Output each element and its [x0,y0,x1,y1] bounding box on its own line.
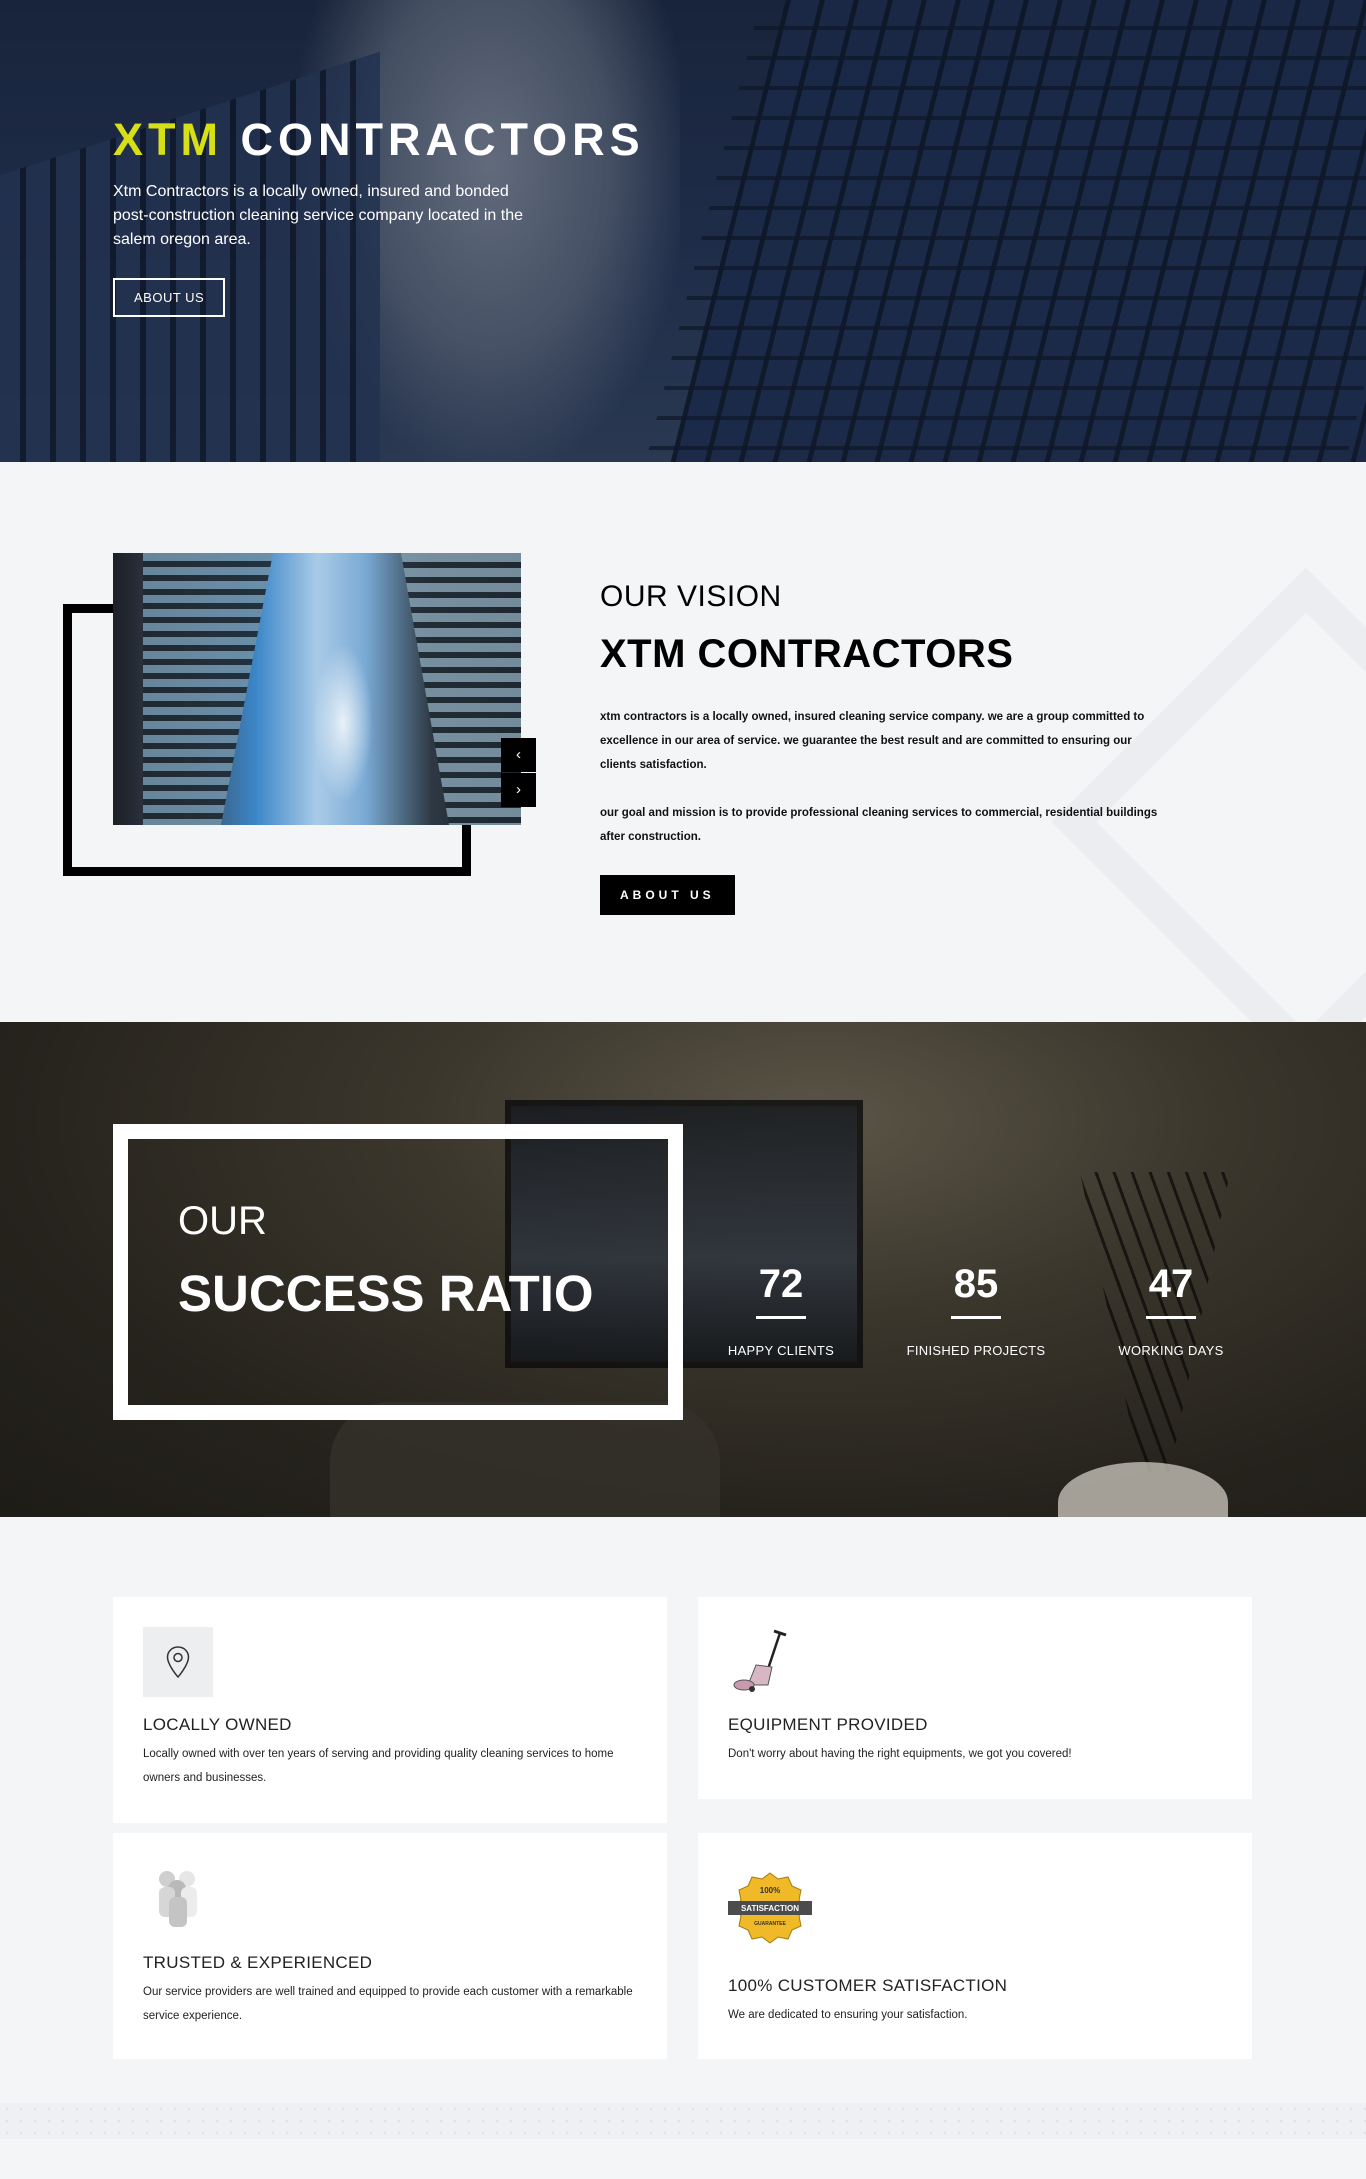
feature-description: Don't worry about having the right equip… [728,1748,1072,1760]
feature-card-trusted: TRUSTED & EXPERIENCED Our service provid… [113,1833,667,2059]
stat-happy-clients: 72 HAPPY CLIENTS [681,1262,881,1358]
stat-label: WORKING DAYS [1118,1343,1224,1358]
feature-title: 100% CUSTOMER SATISFACTION [728,1976,1008,1995]
feature-description: We are dedicated to ensuring your satisf… [728,2009,968,2021]
vision-title: XTM CONTRACTORS [600,632,1014,676]
vision-slider-image [113,553,521,825]
vision-paragraph-2: our goal and mission is to provide profe… [600,807,1158,843]
hero-content: XTM CONTRACTORS Xtm Contractors is a loc… [113,112,645,317]
stat-value: 47 [1148,1262,1194,1306]
slide-building-left [143,553,273,825]
stat-working-days: 47 WORKING DAYS [1071,1262,1271,1358]
hero-section: XTM CONTRACTORS Xtm Contractors is a loc… [0,0,1366,462]
stat-underline [1146,1316,1196,1319]
vision-subtitle: OUR VISION [600,580,782,613]
success-title: SUCCESS RATIO [178,1265,594,1322]
vision-text-block: OUR VISION XTM CONTRACTORS xtm contracto… [600,580,1170,915]
success-heading: OUR SUCCESS RATIO [178,1199,594,1323]
vision-paragraph-1: xtm contractors is a locally owned, insu… [600,711,1145,771]
hero-title: XTM CONTRACTORS [113,112,645,168]
team-figures-icon [143,1863,213,1933]
vacuum-icon [728,1625,798,1695]
stat-label: HAPPY CLIENTS [727,1343,835,1358]
hero-description: Xtm Contractors is a locally owned, insu… [113,183,523,248]
feature-description: Locally owned with over ten years of ser… [143,1748,614,1784]
stat-value: 85 [953,1262,999,1306]
slider-prev-button[interactable]: ‹ [501,738,536,772]
stat-value: 72 [758,1262,804,1306]
feature-title: LOCALLY OWNED [143,1715,292,1734]
slider-next-button[interactable]: › [501,773,536,807]
vision-section: ‹ › OUR VISION XTM CONTRACTORS xtm contr… [0,462,1366,1022]
stat-underline [756,1316,806,1319]
hero-title-accent: XTM [113,114,223,165]
satisfaction-badge-icon: 100% SATISFACTION GUARANTEE [728,1871,812,1945]
badge-text-top: 100% [760,1886,780,1895]
features-section: LOCALLY OWNED Locally owned with over te… [0,1517,1366,2139]
success-subtitle: OUR [178,1199,267,1243]
stat-finished-projects: 85 FINISHED PROJECTS [876,1262,1076,1358]
background-vase [1058,1462,1228,1517]
footer-pattern-strip [0,2103,1366,2139]
stat-label: FINISHED PROJECTS [906,1343,1046,1358]
hero-title-rest: CONTRACTORS [240,114,645,165]
feature-card-locally-owned: LOCALLY OWNED Locally owned with over te… [113,1597,667,1823]
feature-title: EQUIPMENT PROVIDED [728,1715,928,1734]
success-section: OUR SUCCESS RATIO 72 HAPPY CLIENTS 85 FI… [0,1022,1366,1517]
stat-underline [951,1316,1001,1319]
slide-cloud [313,643,373,803]
badge-text-bottom: GUARANTEE [754,1921,786,1927]
location-pin-icon [143,1627,213,1697]
hero-about-us-button[interactable]: ABOUT US [113,278,226,317]
feature-card-satisfaction: 100% SATISFACTION GUARANTEE 100% CUSTOME… [698,1833,1252,2059]
vision-about-us-button[interactable]: ABOUT US [600,875,735,915]
feature-title: TRUSTED & EXPERIENCED [143,1953,373,1972]
badge-text-mid: SATISFACTION [741,1904,799,1913]
feature-card-equipment: EQUIPMENT PROVIDED Don't worry about hav… [698,1597,1252,1799]
feature-description: Our service providers are well trained a… [143,1986,633,2022]
